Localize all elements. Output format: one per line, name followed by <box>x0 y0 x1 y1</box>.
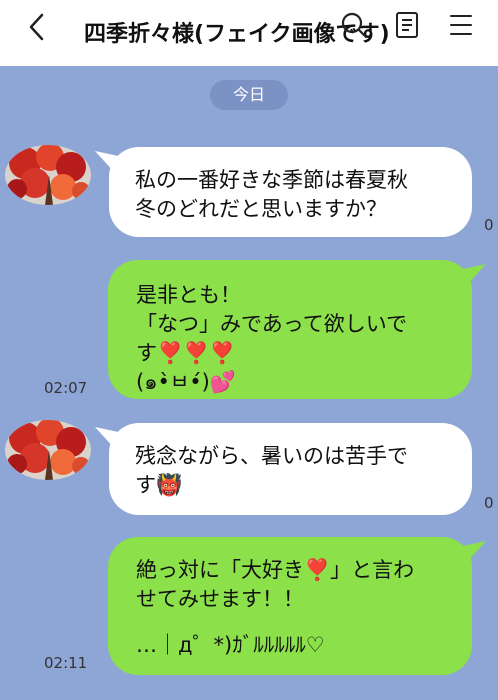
message-text-line: す👹 <box>135 473 183 497</box>
message-text-line: (๑•̀ㅂ•́)💕 <box>136 370 236 394</box>
date-divider: 今日 <box>210 80 288 110</box>
bubble-tail <box>458 264 486 286</box>
search-icon[interactable] <box>339 10 369 40</box>
message-bubble-incoming[interactable]: 残念ながら、暑いのは苦手で す👹 <box>95 423 472 515</box>
message-text-line: 私の一番好きな季節は春夏秋 <box>135 168 408 192</box>
message-text-line: …｜д゜*)ｶﾞﾙﾙﾙﾙﾙ♡ <box>136 633 325 657</box>
autumn-leaves-avatar-icon <box>5 145 91 205</box>
message-text-line: 冬のどれだと思いますか？ <box>135 197 387 221</box>
message-text-line: 是非とも！ <box>136 283 241 307</box>
message-timestamp: 0 <box>484 216 494 234</box>
message-timestamp: 02:07 <box>44 379 88 397</box>
hamburger-menu-icon[interactable] <box>448 12 474 38</box>
message-text-line: せてみせます！！ <box>136 587 304 611</box>
message-text-line: 「なつ」みであって欲しいで <box>136 312 408 336</box>
chevron-left-icon[interactable] <box>26 12 48 42</box>
avatar[interactable] <box>5 145 91 205</box>
message-bubble-outgoing[interactable]: 是非とも！ 「なつ」みであって欲しいで す❣️❣️❣️ (๑•̀ㅂ•́)💕 <box>108 260 486 399</box>
message-timestamp: 02:11 <box>44 654 88 672</box>
avatar[interactable] <box>5 420 91 480</box>
message-text-line: 残念ながら、暑いのは苦手で <box>135 444 408 468</box>
message-timestamp: 0 <box>484 494 494 512</box>
message-bubble-incoming[interactable]: 私の一番好きな季節は春夏秋 冬のどれだと思いますか？ <box>95 147 472 237</box>
message-text-line: 絶っ対に「大好き❣️」と言わ <box>136 558 415 582</box>
autumn-leaves-avatar-icon <box>5 420 91 480</box>
bubble-tail <box>95 151 123 173</box>
message-text-line: す❣️❣️❣️ <box>136 341 236 365</box>
bubble-tail <box>95 427 123 449</box>
notes-icon[interactable] <box>394 10 420 40</box>
chat-header: 四季折々様(フェイク画像です) <box>0 0 498 66</box>
message-bubble-outgoing[interactable]: 絶っ対に「大好き❣️」と言わ せてみせます！！ …｜д゜*)ｶﾞﾙﾙﾙﾙﾙ♡ <box>108 537 486 675</box>
bubble-tail <box>458 541 486 563</box>
